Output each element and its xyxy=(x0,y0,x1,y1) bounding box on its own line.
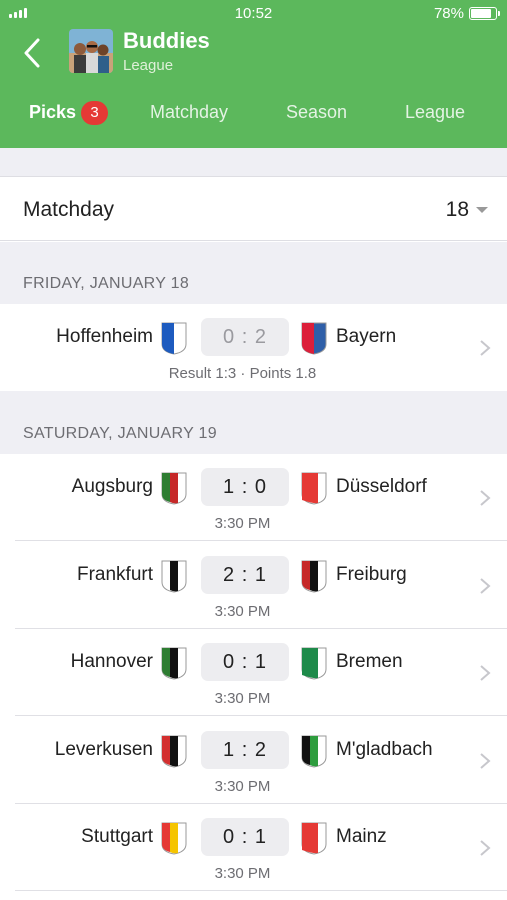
match-row[interactable]: Leverkusen 1 : 2 M'gladbach 3:30 PM xyxy=(0,717,507,804)
top-spacer xyxy=(0,148,507,176)
frankfurt-crest-icon xyxy=(161,560,187,593)
score-box[interactable]: 0 : 2 xyxy=(201,318,289,356)
score-box[interactable]: 1 : 2 xyxy=(201,731,289,769)
tab-matchday[interactable]: Matchday xyxy=(150,102,228,123)
matchday-value: 18 xyxy=(445,198,469,221)
gladbach-crest-icon xyxy=(301,735,327,768)
score-box[interactable]: 2 : 1 xyxy=(201,556,289,594)
battery-icon xyxy=(469,7,500,20)
app-header: 10:52 78% Buddies League Picks 3 Matchda… xyxy=(0,0,507,148)
hoffenheim-crest-icon xyxy=(161,322,187,355)
row-divider xyxy=(15,715,507,716)
match-info: 3:30 PM xyxy=(214,515,271,532)
status-time: 10:52 xyxy=(234,5,273,22)
augsburg-crest-icon xyxy=(161,472,187,505)
tab-picks-label: Picks xyxy=(29,102,77,122)
status-bar: 10:52 78% xyxy=(0,0,507,26)
chevron-right-icon xyxy=(480,665,491,681)
matchday-label: Matchday xyxy=(23,198,115,221)
matchday-selector[interactable]: Matchday 18 xyxy=(0,176,507,241)
away-team: Bremen xyxy=(336,651,403,672)
freiburg-crest-icon xyxy=(301,560,327,593)
mainz-crest-icon xyxy=(301,822,327,855)
tab-league[interactable]: League xyxy=(405,102,465,123)
match-row[interactable]: Augsburg 1 : 0 Düsseldorf 3:30 PM xyxy=(0,454,507,541)
leverkusen-crest-icon xyxy=(161,735,187,768)
away-team: Freiburg xyxy=(336,564,407,585)
dusseldorf-crest-icon xyxy=(301,472,327,505)
league-avatar xyxy=(69,29,113,73)
section-title: SATURDAY, JANUARY 19 xyxy=(23,425,217,442)
home-team: Leverkusen xyxy=(54,739,153,760)
chevron-right-icon xyxy=(480,753,491,769)
chevron-right-icon xyxy=(480,340,491,356)
bremen-crest-icon xyxy=(301,647,327,680)
stuttgart-crest-icon xyxy=(161,822,187,855)
match-row[interactable]: Hannover 0 : 1 Bremen 3:30 PM xyxy=(0,629,507,716)
league-subtitle: League xyxy=(123,57,174,74)
caret-down-icon xyxy=(476,207,488,213)
away-team: M'gladbach xyxy=(336,739,433,760)
away-team: Mainz xyxy=(336,826,387,847)
home-team: Hoffenheim xyxy=(56,326,153,347)
tab-picks[interactable]: Picks xyxy=(29,102,76,123)
row-divider xyxy=(15,540,507,541)
chevron-right-icon xyxy=(480,490,491,506)
home-team: Stuttgart xyxy=(81,826,153,847)
home-team: Frankfurt xyxy=(76,564,153,585)
league-title: Buddies xyxy=(123,28,210,53)
chevron-right-icon xyxy=(480,578,491,594)
score-box[interactable]: 0 : 1 xyxy=(201,818,289,856)
match-row[interactable]: Stuttgart 0 : 1 Mainz 3:30 PM xyxy=(0,804,507,891)
section-header-saturday: SATURDAY, JANUARY 19 xyxy=(0,391,507,454)
tab-season[interactable]: Season xyxy=(286,102,347,123)
match-row[interactable]: Frankfurt 2 : 1 Freiburg 3:30 PM xyxy=(0,542,507,629)
row-divider xyxy=(15,890,507,891)
score-box[interactable]: 1 : 0 xyxy=(201,468,289,506)
match-row[interactable]: Hoffenheim 0 : 2 Bayern Result 1:3 · Poi… xyxy=(0,304,507,391)
match-info: 3:30 PM xyxy=(214,690,271,707)
away-team: Bayern xyxy=(336,326,397,347)
picks-count-badge: 3 xyxy=(81,101,108,125)
home-team: Augsburg xyxy=(71,476,153,497)
section-header-friday: FRIDAY, JANUARY 18 xyxy=(0,242,507,304)
tab-bar: Picks 3 Matchday Season League xyxy=(0,98,507,130)
section-title: FRIDAY, JANUARY 18 xyxy=(23,275,190,292)
match-info: 3:30 PM xyxy=(214,603,271,620)
hannover-crest-icon xyxy=(161,647,187,680)
chevron-right-icon xyxy=(480,840,491,856)
back-button[interactable] xyxy=(20,36,50,70)
match-info: 3:30 PM xyxy=(214,778,271,795)
bayern-crest-icon xyxy=(301,322,327,355)
battery-percent: 78% xyxy=(433,5,464,22)
match-info: Result 1:3 · Points 1.8 xyxy=(168,365,317,382)
match-info: 3:30 PM xyxy=(214,865,271,882)
home-team: Hannover xyxy=(70,651,153,672)
score-box[interactable]: 0 : 1 xyxy=(201,643,289,681)
away-team: Düsseldorf xyxy=(336,476,427,497)
